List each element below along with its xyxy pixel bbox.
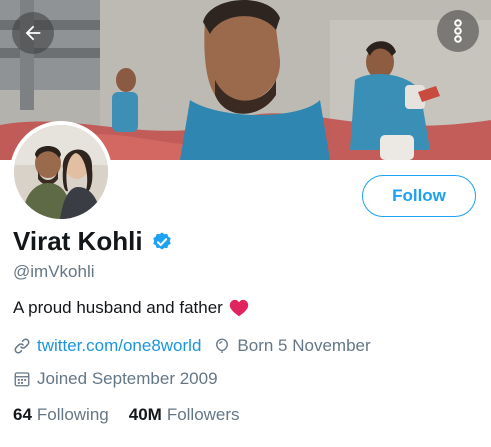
- birthday-text: Born 5 November: [237, 336, 371, 355]
- followers-label: Followers: [166, 405, 240, 424]
- avatar-photo: [14, 125, 108, 219]
- back-button[interactable]: [12, 12, 54, 54]
- profile-name: Virat Kohli: [13, 226, 143, 256]
- profile-bio: A proud husband and father: [13, 298, 249, 318]
- followers-stat[interactable]: 40M Followers: [129, 405, 240, 425]
- red-heart-icon: [229, 299, 249, 317]
- follow-stats: 64 Following 40M Followers: [13, 405, 240, 425]
- following-count: 64: [13, 405, 32, 424]
- link-icon: [14, 338, 30, 354]
- profile-name-row: Virat Kohli: [13, 226, 173, 257]
- profile-joined-row: Joined September 2009: [13, 369, 218, 389]
- website-link[interactable]: twitter.com/one8world: [37, 336, 201, 356]
- calendar-icon: [14, 372, 30, 387]
- profile-meta-row: twitter.com/one8world Born 5 November: [13, 336, 371, 356]
- balloon-icon: [216, 338, 229, 353]
- avatar[interactable]: [10, 121, 112, 223]
- followers-count: 40M: [128, 405, 162, 424]
- more-vertical-icon: [454, 19, 462, 43]
- follow-button[interactable]: Follow: [362, 175, 476, 217]
- arrow-left-icon: [25, 25, 41, 41]
- profile-handle: @imVkohli: [13, 262, 95, 281]
- joined-text: Joined September 2009: [37, 369, 218, 388]
- more-options-button[interactable]: [437, 10, 479, 52]
- following-label: Following: [36, 405, 109, 424]
- following-stat[interactable]: 64 Following: [13, 405, 109, 425]
- bio-text: A proud husband and father: [13, 298, 223, 317]
- verified-badge-icon: [152, 231, 171, 250]
